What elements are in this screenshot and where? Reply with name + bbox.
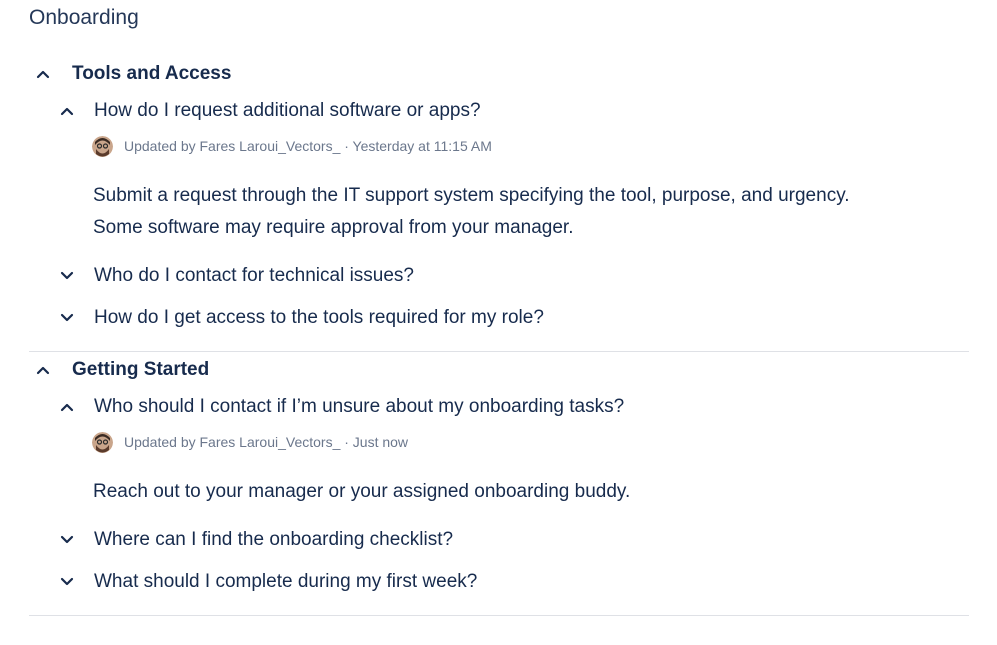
faq-meta-text: Updated by Fares Laroui_Vectors_ · Yeste…	[124, 138, 492, 154]
faq-meta-text: Updated by Fares Laroui_Vectors_ · Just …	[124, 434, 409, 450]
page-title: Onboarding	[29, 6, 139, 29]
chevron-up-icon[interactable]	[60, 400, 74, 414]
avatar	[92, 135, 113, 157]
section-title: Getting Started	[72, 359, 210, 380]
chevron-down-icon[interactable]	[60, 575, 74, 589]
section-title: Tools and Access	[72, 63, 232, 84]
faq-question[interactable]: How do I request additional software or …	[94, 100, 481, 122]
faq-question-toggle[interactable]: Who do I contact for technical issues?	[29, 263, 929, 289]
section-header-tools-and-access[interactable]: Tools and Access	[29, 60, 429, 88]
avatar	[92, 431, 113, 453]
chevron-up-icon[interactable]	[36, 363, 50, 377]
faq-question-toggle[interactable]: How do I request additional software or …	[29, 98, 929, 124]
faq-answer: Reach out to your manager or your assign…	[93, 481, 631, 502]
section-divider	[29, 615, 969, 616]
chevron-up-icon[interactable]	[36, 67, 50, 81]
faq-question[interactable]: How do I get access to the tools require…	[94, 307, 544, 329]
faq-question-toggle[interactable]: How do I get access to the tools require…	[29, 305, 929, 331]
faq-meta: Updated by Fares Laroui_Vectors_ · Yeste…	[92, 135, 492, 157]
chevron-down-icon[interactable]	[60, 269, 74, 283]
faq-meta: Updated by Fares Laroui_Vectors_ · Just …	[92, 431, 408, 453]
section-divider	[29, 351, 969, 352]
faq-question-toggle[interactable]: Who should I contact if I’m unsure about…	[29, 394, 929, 420]
faq-question[interactable]: What should I complete during my first w…	[94, 571, 477, 593]
faq-question-toggle[interactable]: What should I complete during my first w…	[29, 569, 929, 595]
faq-question-toggle[interactable]: Where can I find the onboarding checklis…	[29, 527, 929, 553]
chevron-down-icon[interactable]	[60, 533, 74, 547]
faq-question[interactable]: Where can I find the onboarding checklis…	[94, 529, 453, 551]
faq-question[interactable]: Who should I contact if I’m unsure about…	[94, 396, 624, 418]
chevron-up-icon[interactable]	[60, 104, 74, 118]
faq-answer: Submit a request through the IT support …	[93, 185, 850, 238]
section-header-getting-started[interactable]: Getting Started	[29, 356, 429, 384]
faq-question[interactable]: Who do I contact for technical issues?	[94, 265, 414, 287]
chevron-down-icon[interactable]	[60, 311, 74, 325]
